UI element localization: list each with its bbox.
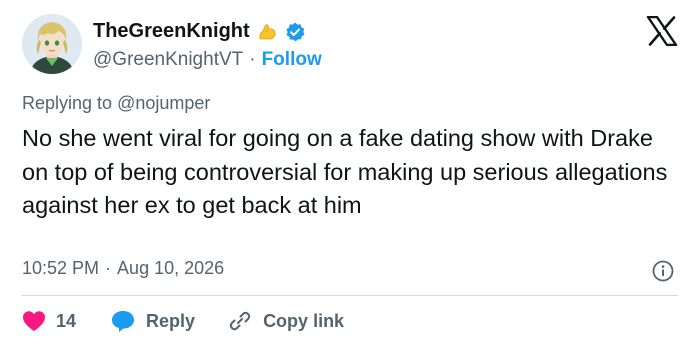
- follow-button[interactable]: Follow: [262, 49, 322, 71]
- copy-link-button[interactable]: Copy link: [227, 308, 344, 334]
- reply-mention-link[interactable]: @nojumper: [117, 93, 210, 113]
- x-logo-icon[interactable]: [646, 15, 678, 47]
- verified-badge-icon: [284, 21, 306, 43]
- tweet-timestamp[interactable]: 10:52 PM · Aug 10, 2026: [22, 258, 224, 279]
- like-button[interactable]: 14: [22, 310, 76, 332]
- info-icon[interactable]: [651, 259, 675, 283]
- author-name-row: TheGreenKnight: [93, 20, 306, 43]
- reply-context-prefix: Replying to: [22, 93, 113, 113]
- avatar[interactable]: [22, 14, 82, 74]
- avatar-illustration: [22, 14, 82, 74]
- author-display-name[interactable]: TheGreenKnight: [93, 20, 250, 43]
- like-count: 14: [56, 310, 77, 331]
- author-handle-row: @GreenKnightVT · Follow: [93, 49, 322, 71]
- heart-icon: [23, 311, 45, 331]
- speech-bubble-icon: [112, 311, 135, 332]
- copy-link-label: Copy link: [263, 310, 345, 331]
- reply-button[interactable]: Reply: [110, 309, 195, 333]
- tweet-card: TheGreenKnight @GreenKnightVT · Follow R…: [0, 0, 700, 348]
- link-icon: [229, 311, 251, 331]
- separator-dot: ·: [249, 49, 256, 70]
- separator-dot: ·: [105, 258, 112, 278]
- reply-context: Replying to @nojumper: [22, 93, 210, 114]
- reply-label: Reply: [146, 310, 196, 331]
- divider: [22, 295, 678, 296]
- flexed-biceps-icon: [256, 21, 278, 43]
- tweet-actions: 14 Reply Copy link: [22, 307, 344, 335]
- tweet-time: 10:52 PM: [22, 258, 100, 278]
- tweet-date: Aug 10, 2026: [117, 258, 225, 278]
- author-handle[interactable]: @GreenKnightVT: [93, 49, 243, 71]
- tweet-text: No she went viral for going on a fake da…: [22, 125, 668, 218]
